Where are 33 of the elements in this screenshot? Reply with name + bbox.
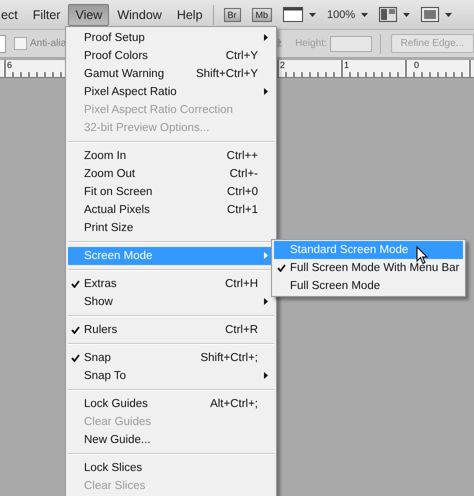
- menu-entry[interactable]: Proof Setup: [68, 29, 274, 47]
- menu-item[interactable]: Filter: [26, 4, 68, 26]
- menu-item[interactable]: Help: [170, 4, 210, 26]
- mini-bridge-button[interactable]: Mb: [252, 8, 272, 22]
- menu-entry[interactable]: Full Screen Mode: [274, 277, 463, 295]
- menu-item[interactable]: ect: [0, 4, 25, 26]
- menu-entry[interactable]: Rulers Ctrl+R: [68, 321, 274, 339]
- menu-entry[interactable]: Zoom Out Ctrl+-: [68, 165, 274, 183]
- menu-entry[interactable]: Lock Guides Alt+Ctrl+;: [68, 395, 274, 413]
- menu-entry[interactable]: Proof Colors Ctrl+Y: [68, 47, 274, 65]
- menu-entry[interactable]: Show: [68, 293, 274, 311]
- menu-entry[interactable]: Gamut Warning Shift+Ctrl+Y: [68, 65, 274, 83]
- menu-entry[interactable]: Full Screen Mode With Menu Bar: [274, 259, 463, 277]
- menu-entry[interactable]: Lock Slices: [68, 459, 274, 477]
- menu-entry[interactable]: Actual Pixels Ctrl+1: [68, 201, 274, 219]
- ruler-label: 6: [7, 60, 12, 70]
- menu-entry[interactable]: Pixel Aspect Ratio: [68, 83, 274, 101]
- menu-entry[interactable]: Fit on Screen Ctrl+0: [68, 183, 274, 201]
- menu-entry[interactable]: New Guide...: [68, 431, 274, 449]
- ruler-label: 0: [414, 60, 420, 70]
- checkbox-label: Anti-alia: [30, 38, 66, 49]
- menu-item[interactable]: View: [68, 4, 110, 26]
- menu-entry[interactable]: Print Size: [68, 219, 274, 237]
- bridge-button[interactable]: Br: [224, 8, 241, 22]
- menu-item[interactable]: Window: [110, 4, 169, 26]
- ruler-label: 1: [344, 60, 350, 70]
- menu-entry[interactable]: Snap To: [68, 367, 274, 385]
- menu-entry[interactable]: Snap Shift+Ctrl+;: [68, 349, 274, 367]
- menu-entry[interactable]: Extras Ctrl+H: [68, 275, 274, 293]
- ruler-label: 2: [280, 60, 286, 70]
- menu-entry[interactable]: Zoom In Ctrl++: [68, 147, 274, 165]
- height-label: Height:: [295, 38, 327, 49]
- zoom-level[interactable]: 100%: [327, 8, 356, 20]
